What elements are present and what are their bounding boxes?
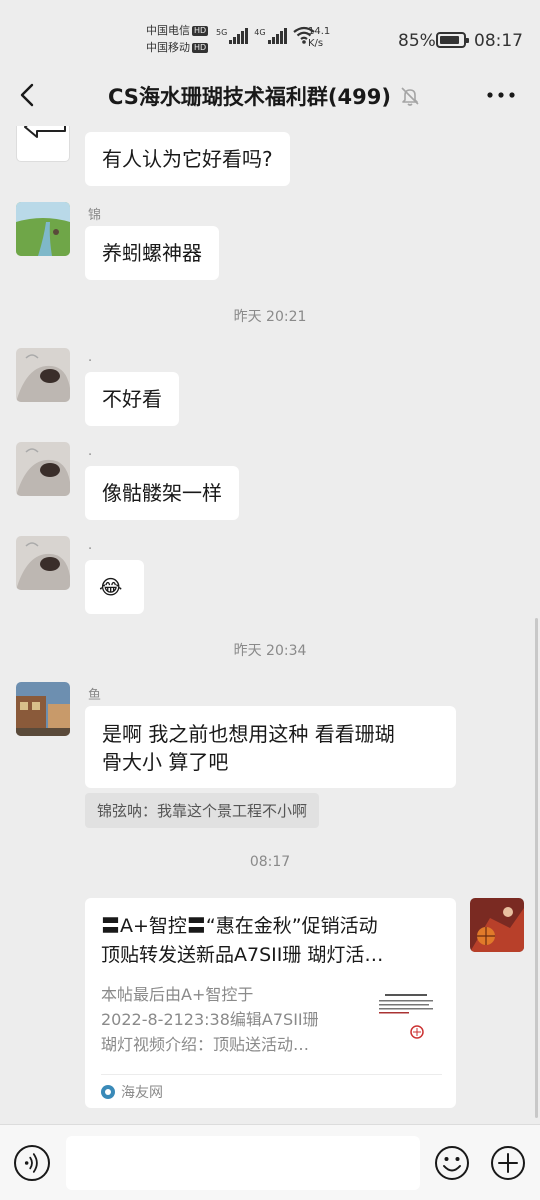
avatar-arrow-icon: [24, 126, 66, 138]
message-text: 不好看: [102, 387, 162, 411]
card-desc-line: 2022-8-2123:38编辑A7SII珊: [101, 1010, 319, 1029]
battery-fill: [440, 36, 459, 44]
voice-input-icon[interactable]: [14, 1145, 50, 1181]
sender-name: .: [88, 444, 93, 459]
avatar[interactable]: [16, 442, 70, 496]
sender-name: 锦: [88, 208, 102, 223]
timestamp: 08:17: [249, 854, 291, 870]
battery-icon: [436, 32, 469, 48]
avatar[interactable]: [16, 126, 70, 162]
card-title-line: 顶贴转发送新品A7SII珊 瑚灯活…: [101, 944, 384, 966]
message-bubble[interactable]: 像骷髅架一样: [85, 466, 239, 520]
hd-badge-1: HD: [192, 26, 209, 36]
signal-area: 5G 4G: [216, 26, 315, 44]
title-wrap: CS海水珊瑚技术福利群(499): [108, 81, 421, 111]
chat-scrollbar[interactable]: [535, 618, 538, 1118]
message-bubble[interactable]: 是啊 我之前也想用这种 看看珊瑚 骨大小 算了吧: [85, 706, 456, 788]
quoted-reply[interactable]: 锦弦呐：我靠这个景工程不小啊: [85, 793, 320, 828]
status-time: 08:17: [474, 31, 523, 51]
message-bubble[interactable]: 不好看: [85, 372, 179, 426]
speed-value: 14.1: [308, 26, 331, 37]
message-text: 养蚓螺神器: [102, 241, 202, 265]
signal-4g-icon: 4G: [254, 28, 287, 44]
card-title: 〓A+智控〓“惠在金秋”促销活动 顶贴转发送新品A7SII珊 瑚灯活…: [101, 912, 441, 970]
quote-text: 锦弦呐：我靠这个景工程不小啊: [97, 802, 308, 820]
network-speed: 14.1 K/s: [308, 26, 330, 50]
avatar[interactable]: [16, 348, 70, 402]
link-card[interactable]: 〓A+智控〓“惠在金秋”促销活动 顶贴转发送新品A7SII珊 瑚灯活… 本帖最后…: [85, 898, 456, 1108]
carrier-1: 中国电信 HD: [146, 24, 209, 38]
avatar[interactable]: [16, 202, 70, 256]
message-text-line: 是啊 我之前也想用这种 看看珊瑚: [102, 722, 395, 746]
message-bubble[interactable]: 养蚓螺神器: [85, 226, 219, 280]
card-thumbnail-image: [375, 990, 437, 1044]
status-bar: 中国电信 HD 中国移动 HD 5G 4G 14.1 K/s 85% 08:17: [0, 0, 540, 64]
avatar[interactable]: [16, 682, 70, 736]
input-bar: [0, 1124, 540, 1200]
own-avatar[interactable]: [470, 898, 524, 952]
message-input[interactable]: [66, 1136, 420, 1190]
battery-percent: 85%: [398, 31, 436, 51]
chat-title: CS海水珊瑚技术福利群(499): [108, 85, 391, 109]
sleeping-avatar-icon: [16, 442, 70, 496]
signal-4g-label: 4G: [254, 28, 266, 37]
card-source-name: 海友网: [121, 1085, 163, 1101]
card-title-line: 〓A+智控〓“惠在金秋”促销活动: [101, 915, 378, 937]
chat-area[interactable]: 有人认为它好看吗? 锦 养蚓螺神器 昨天 20:21 . 不好看 . 像骷髅架一…: [0, 126, 540, 1124]
avatar[interactable]: [16, 536, 70, 590]
carrier-2: 中国移动 HD: [146, 41, 209, 55]
bell-muted-icon: [401, 87, 419, 106]
signal-5g-label: 5G: [216, 28, 228, 37]
timestamp: 昨天 20:34: [233, 643, 307, 659]
carrier-2-label: 中国移动: [146, 41, 190, 54]
add-more-icon[interactable]: [490, 1145, 526, 1181]
hd-badge-2: HD: [192, 43, 209, 53]
more-dots-icon[interactable]: [486, 84, 516, 106]
message-bubble[interactable]: 😂: [85, 560, 144, 614]
message-text: 像骷髅架一样: [102, 481, 222, 505]
message-text-line: 骨大小 算了吧: [102, 750, 229, 774]
source-logo-icon: [101, 1085, 115, 1099]
card-source: 海友网: [101, 1082, 163, 1102]
timestamp: 昨天 20:21: [233, 309, 307, 325]
sender-name: .: [88, 350, 93, 365]
emoji-icon[interactable]: [434, 1145, 470, 1181]
carrier-1-label: 中国电信: [146, 24, 190, 37]
basketball-avatar-icon: [470, 898, 524, 952]
message-text: 有人认为它好看吗?: [102, 147, 273, 171]
sender-name: 鱼: [88, 688, 102, 703]
sleeping-avatar-icon: [16, 536, 70, 590]
chat-header: CS海水珊瑚技术福利群(499): [0, 64, 540, 126]
card-divider: [101, 1074, 442, 1075]
card-desc-line: 本帖最后由A+智控于: [101, 985, 254, 1004]
signal-5g-icon: 5G: [216, 28, 249, 44]
landscape-avatar-icon: [16, 202, 70, 256]
street-avatar-icon: [16, 682, 70, 736]
sleeping-avatar-icon: [16, 348, 70, 402]
back-arrow-icon[interactable]: [14, 80, 42, 110]
card-desc-line: 瑚灯视频介绍：顶贴送活动…: [101, 1035, 310, 1054]
card-description: 本帖最后由A+智控于 2022-8-2123:38编辑A7SII珊 瑚灯视频介绍…: [101, 982, 361, 1057]
sender-name: .: [88, 538, 93, 553]
emoji-text: 😂: [99, 575, 123, 599]
speed-unit: K/s: [308, 38, 324, 49]
message-bubble[interactable]: 有人认为它好看吗?: [85, 132, 290, 186]
